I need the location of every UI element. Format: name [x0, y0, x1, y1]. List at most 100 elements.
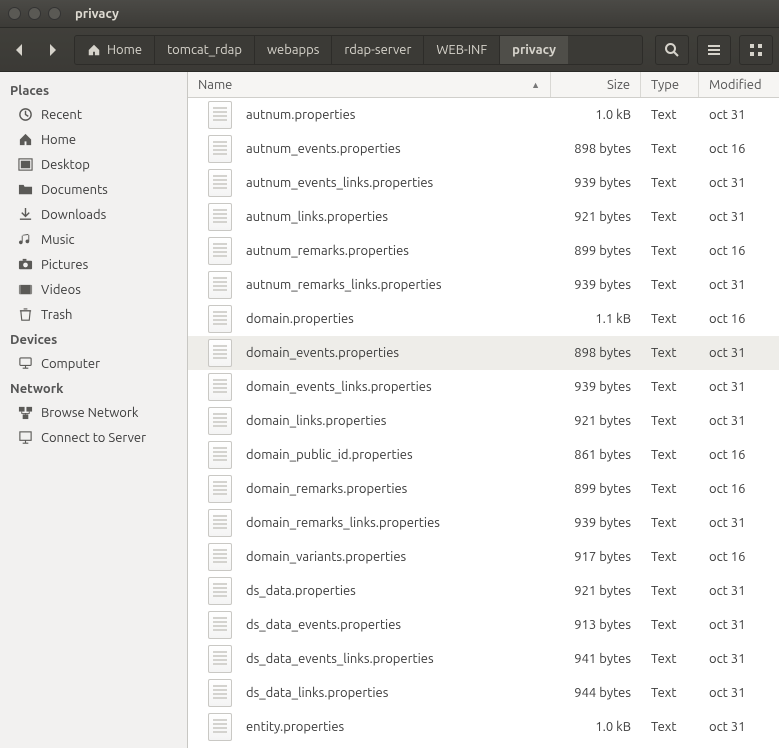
file-icon [208, 305, 232, 333]
file-icon [208, 407, 232, 435]
sidebar-item[interactable]: Trash [0, 302, 187, 327]
cell-size: 939 bytes [551, 176, 641, 190]
cell-name: autnum.properties [188, 101, 551, 129]
table-row[interactable]: ds_data_events_links.properties941 bytes… [188, 642, 779, 676]
column-name[interactable]: Name▲ [188, 72, 551, 97]
file-icon [208, 373, 232, 401]
breadcrumb-item[interactable]: WEB-INF [424, 36, 500, 64]
file-name: domain_remarks_links.properties [246, 516, 440, 530]
file-manager-window: privacy Hometomcat_rdapwebappsrdap-serve… [0, 0, 779, 748]
cell-type: Text [641, 618, 699, 632]
sidebar-item-label: Documents [41, 183, 108, 197]
table-row[interactable]: autnum_remarks_links.properties939 bytes… [188, 268, 779, 302]
sidebar-item[interactable]: Downloads [0, 202, 187, 227]
sidebar-item[interactable]: Browse Network [0, 400, 187, 425]
sidebar-item[interactable]: Recent [0, 102, 187, 127]
table-row[interactable]: domain_links.properties921 bytesTextoct … [188, 404, 779, 438]
cell-modified: oct 16 [699, 482, 779, 496]
column-size[interactable]: Size [551, 72, 641, 97]
file-name: autnum_events_links.properties [246, 176, 433, 190]
cell-type: Text [641, 448, 699, 462]
cell-modified: oct 16 [699, 550, 779, 564]
toolbar-right [655, 35, 773, 65]
file-icon [208, 475, 232, 503]
sidebar-item-label: Home [41, 133, 76, 147]
search-button[interactable] [655, 35, 689, 65]
table-row[interactable]: entity.properties1.0 kBTextoct 31 [188, 710, 779, 744]
cell-type: Text [641, 482, 699, 496]
table-row[interactable]: domain_remarks.properties899 bytesTextoc… [188, 472, 779, 506]
cell-size: 899 bytes [551, 244, 641, 258]
cell-size: 1.0 kB [551, 108, 641, 122]
minimize-icon[interactable] [28, 7, 41, 20]
cell-type: Text [641, 550, 699, 564]
file-name: autnum_remarks.properties [246, 244, 409, 258]
breadcrumb-item[interactable]: webapps [255, 36, 332, 64]
table-row[interactable]: domain_events.properties898 bytesTextoct… [188, 336, 779, 370]
file-name: ds_data_events.properties [246, 618, 401, 632]
file-icon [208, 679, 232, 707]
close-icon[interactable] [8, 7, 21, 20]
table-row[interactable]: domain_remarks_links.properties939 bytes… [188, 506, 779, 540]
breadcrumb-item[interactable]: rdap-server [332, 36, 424, 64]
table-row[interactable]: domain.properties1.1 kBTextoct 16 [188, 302, 779, 336]
cell-modified: oct 16 [699, 244, 779, 258]
view-options-button[interactable] [697, 35, 731, 65]
cell-name: ds_data_events.properties [188, 611, 551, 639]
sidebar-item-label: Downloads [41, 208, 106, 222]
cell-name: autnum_events_links.properties [188, 169, 551, 197]
table-row[interactable]: ds_data_links.properties944 bytesTextoct… [188, 676, 779, 710]
table-row[interactable]: autnum_links.properties921 bytesTextoct … [188, 200, 779, 234]
cell-modified: oct 31 [699, 720, 779, 734]
table-row[interactable]: domain_events_links.properties939 bytesT… [188, 370, 779, 404]
cell-modified: oct 16 [699, 142, 779, 156]
cell-size: 944 bytes [551, 686, 641, 700]
file-icon [208, 101, 232, 129]
server-icon [18, 430, 33, 445]
cell-size: 1.1 kB [551, 312, 641, 326]
table-row[interactable]: domain_public_id.properties861 bytesText… [188, 438, 779, 472]
file-icon [208, 509, 232, 537]
forward-button[interactable] [38, 36, 66, 64]
cell-modified: oct 31 [699, 210, 779, 224]
camera-icon [18, 257, 33, 272]
cell-size: 1.0 kB [551, 720, 641, 734]
sidebar-item[interactable]: Documents [0, 177, 187, 202]
cell-modified: oct 31 [699, 584, 779, 598]
file-icon [208, 339, 232, 367]
cell-modified: oct 16 [699, 312, 779, 326]
grid-view-button[interactable] [739, 35, 773, 65]
cell-name: ds_data_events_links.properties [188, 645, 551, 673]
cell-name: domain_remarks.properties [188, 475, 551, 503]
sidebar-item[interactable]: Pictures [0, 252, 187, 277]
column-modified[interactable]: Modified [699, 72, 779, 97]
table-row[interactable]: ds_data.properties921 bytesTextoct 31 [188, 574, 779, 608]
file-name: autnum.properties [246, 108, 355, 122]
breadcrumb-item[interactable]: Home [75, 36, 155, 64]
sidebar-item[interactable]: Videos [0, 277, 187, 302]
table-row[interactable]: ds_data_events.properties913 bytesTextoc… [188, 608, 779, 642]
cell-size: 921 bytes [551, 414, 641, 428]
breadcrumb-item[interactable]: privacy [500, 36, 568, 64]
network-icon [18, 405, 33, 420]
table-row[interactable]: autnum_remarks.properties899 bytesTextoc… [188, 234, 779, 268]
cell-name: domain_variants.properties [188, 543, 551, 571]
sidebar-item[interactable]: Music [0, 227, 187, 252]
back-button[interactable] [6, 36, 34, 64]
table-row[interactable]: domain_variants.properties917 bytesTexto… [188, 540, 779, 574]
column-type[interactable]: Type [641, 72, 699, 97]
sidebar-item[interactable]: Computer [0, 351, 187, 376]
sidebar-item[interactable]: Desktop [0, 152, 187, 177]
table-row[interactable]: autnum.properties1.0 kBTextoct 31 [188, 98, 779, 132]
file-name: domain_events.properties [246, 346, 399, 360]
sidebar-item[interactable]: Connect to Server [0, 425, 187, 450]
maximize-icon[interactable] [48, 7, 61, 20]
file-name: autnum_events.properties [246, 142, 401, 156]
sidebar-item[interactable]: Home [0, 127, 187, 152]
sidebar-item-label: Connect to Server [41, 431, 146, 445]
cell-name: domain_events.properties [188, 339, 551, 367]
breadcrumb-item[interactable]: tomcat_rdap [155, 36, 255, 64]
table-row[interactable]: autnum_events.properties898 bytesTextoct… [188, 132, 779, 166]
video-icon [18, 282, 33, 297]
table-row[interactable]: autnum_events_links.properties939 bytesT… [188, 166, 779, 200]
